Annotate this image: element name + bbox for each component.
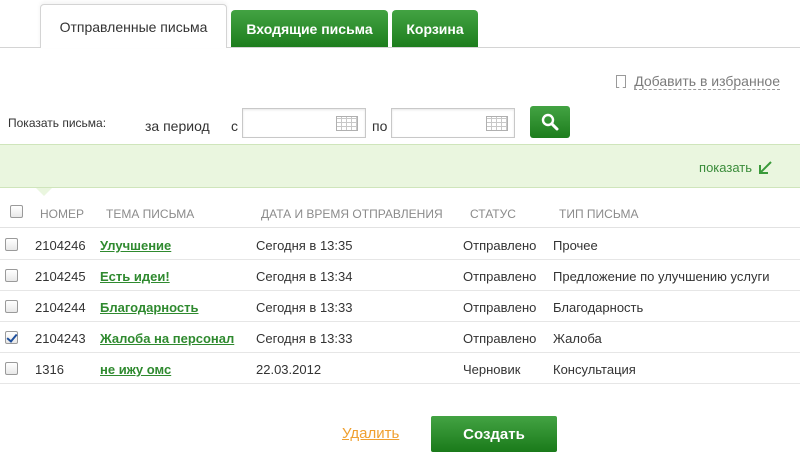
row-checkbox[interactable] [5,300,18,313]
table-row: 2104245 Есть идеи! Сегодня в 13:34 Отпра… [0,260,800,291]
row-checkbox[interactable] [5,362,18,375]
row-type: Предложение по улучшению услуги [553,269,770,284]
search-button[interactable] [530,106,570,138]
row-type: Жалоба [553,331,602,346]
row-checkbox[interactable] [5,269,18,282]
calendar-icon[interactable] [486,116,508,131]
row-number: 2104244 [35,300,86,315]
row-status: Отправлено [463,300,537,315]
row-number: 2104243 [35,331,86,346]
add-favorite-link[interactable]: Добавить в избранное [616,73,780,90]
row-status: Черновик [463,362,521,377]
table-row: 2104243 Жалоба на персонал Сегодня в 13:… [0,322,800,353]
tab-bar: Отправленные письма Входящие письма Корз… [0,0,800,49]
show-filter-link[interactable]: показать [699,160,772,175]
tab-sent[interactable]: Отправленные письма [40,4,227,48]
row-number: 2104246 [35,238,86,253]
row-number: 2104245 [35,269,86,284]
row-date: Сегодня в 13:33 [256,300,353,315]
select-all-checkbox[interactable] [10,205,23,218]
delete-link[interactable]: Удалить [342,425,399,442]
tab-trash[interactable]: Корзина [392,10,478,47]
table-row: 2104244 Благодарность Сегодня в 13:33 От… [0,291,800,322]
row-date: 22.03.2012 [256,362,322,377]
row-status: Отправлено [463,331,537,346]
row-subject-link[interactable]: Улучшение [100,238,171,253]
row-subject-link[interactable]: не ижу омс [100,362,171,377]
row-date: Сегодня в 13:34 [256,269,353,284]
row-status: Отправлено [463,269,537,284]
create-button[interactable]: Создать [431,416,557,452]
table-row: 1316 не ижу омс 22.03.2012 Черновик Конс… [0,353,800,384]
header-type: ТИП ПИСЬМА [559,207,639,221]
row-type: Благодарность [553,300,644,315]
period-label: за период [145,118,210,134]
show-filter-label: показать [699,160,752,175]
filter-panel-bar: показать [0,144,800,196]
table-header: НОМЕР ТЕМА ПИСЬМА ДАТА И ВРЕМЯ ОТПРАВЛЕН… [0,198,800,228]
to-label: по [372,118,388,134]
header-subject: ТЕМА ПИСЬМА [106,207,195,221]
row-date: Сегодня в 13:35 [256,238,353,253]
row-checkbox[interactable] [5,331,18,344]
arrow-down-left-icon [759,160,772,174]
tab-inbox[interactable]: Входящие письма [231,10,388,47]
header-number: НОМЕР [40,207,85,221]
from-label: с [231,118,238,134]
row-subject-link[interactable]: Есть идеи! [100,269,170,284]
row-type: Прочее [553,238,598,253]
row-checkbox[interactable] [5,238,18,251]
calendar-icon[interactable] [336,116,358,131]
row-number: 1316 [35,362,64,377]
row-subject-link[interactable]: Жалоба на персонал [100,331,234,346]
row-date: Сегодня в 13:33 [256,331,353,346]
bookmark-icon [616,75,627,88]
header-date: ДАТА И ВРЕМЯ ОТПРАВЛЕНИЯ [261,207,443,221]
row-type: Консультация [553,362,636,377]
add-favorite-label: Добавить в избранное [634,73,780,90]
row-subject-link[interactable]: Благодарность [100,300,198,315]
show-letters-label: Показать письма: [8,116,107,130]
header-status: СТАТУС [470,207,516,221]
row-status: Отправлено [463,238,537,253]
search-icon [541,113,559,131]
table-row: 2104246 Улучшение Сегодня в 13:35 Отправ… [0,229,800,260]
